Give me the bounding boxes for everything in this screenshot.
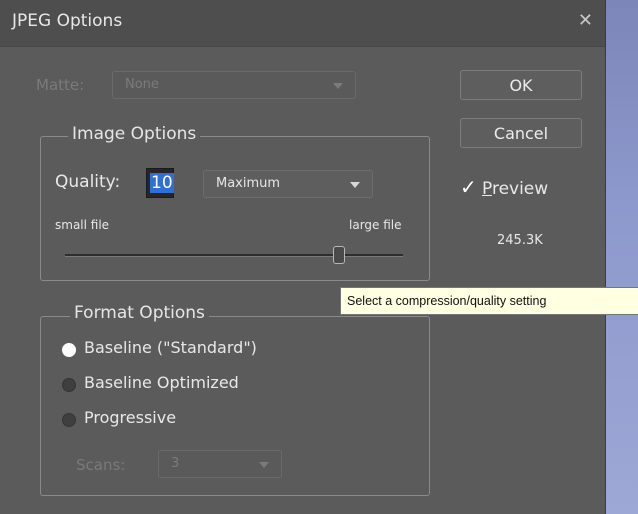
quality-label: Quality: — [55, 172, 121, 192]
matte-value: None — [125, 77, 159, 92]
scans-value: 3 — [171, 456, 180, 471]
matte-dropdown: None — [112, 71, 356, 99]
title-bar: JPEG Options ✕ — [0, 0, 605, 47]
scans-label: Scans: — [76, 456, 126, 474]
large-file-label: large file — [349, 218, 402, 232]
format-option-label: Progressive — [84, 408, 177, 427]
chevron-down-icon — [333, 83, 343, 89]
radio-unselected-icon[interactable] — [62, 378, 76, 392]
cancel-button[interactable]: Cancel — [460, 118, 582, 148]
quality-preset-dropdown[interactable]: Maximum — [203, 170, 373, 198]
quality-slider-thumb[interactable] — [332, 246, 345, 264]
dialog-title: JPEG Options — [12, 11, 123, 31]
background-canvas — [605, 0, 638, 514]
chevron-down-icon — [350, 182, 360, 188]
image-options-legend: Image Options — [68, 124, 201, 144]
preview-label-rest: review — [491, 179, 549, 199]
format-option-label: Baseline ("Standard") — [84, 338, 257, 357]
image-options-group — [40, 136, 430, 281]
quality-value: 10 — [150, 173, 174, 193]
preview-label[interactable]: Preview — [482, 179, 548, 199]
format-option-label: Baseline Optimized — [84, 373, 239, 392]
checkmark-icon: ✓ — [460, 175, 477, 199]
ok-button[interactable]: OK — [460, 70, 582, 100]
jpeg-options-dialog: JPEG Options ✕ Matte: None OK Cancel ✓ P… — [0, 0, 606, 514]
chevron-down-icon — [259, 462, 269, 468]
matte-label: Matte: — [36, 76, 85, 94]
radio-unselected-icon[interactable] — [62, 413, 76, 427]
radio-selected-icon[interactable] — [62, 343, 76, 357]
file-size: 245.3K — [497, 233, 543, 248]
preview-checkbox[interactable]: ✓ — [460, 175, 478, 199]
format-options-legend: Format Options — [70, 303, 209, 323]
close-icon[interactable]: ✕ — [578, 10, 593, 31]
preview-mnemonic: P — [482, 179, 492, 199]
quality-slider[interactable] — [65, 254, 403, 257]
small-file-label: small file — [55, 218, 110, 232]
quality-input[interactable]: 10 — [146, 168, 174, 198]
quality-tooltip: Select a compression/quality setting — [340, 287, 638, 315]
quality-preset-value: Maximum — [216, 176, 281, 191]
scans-dropdown: 3 — [158, 450, 282, 478]
